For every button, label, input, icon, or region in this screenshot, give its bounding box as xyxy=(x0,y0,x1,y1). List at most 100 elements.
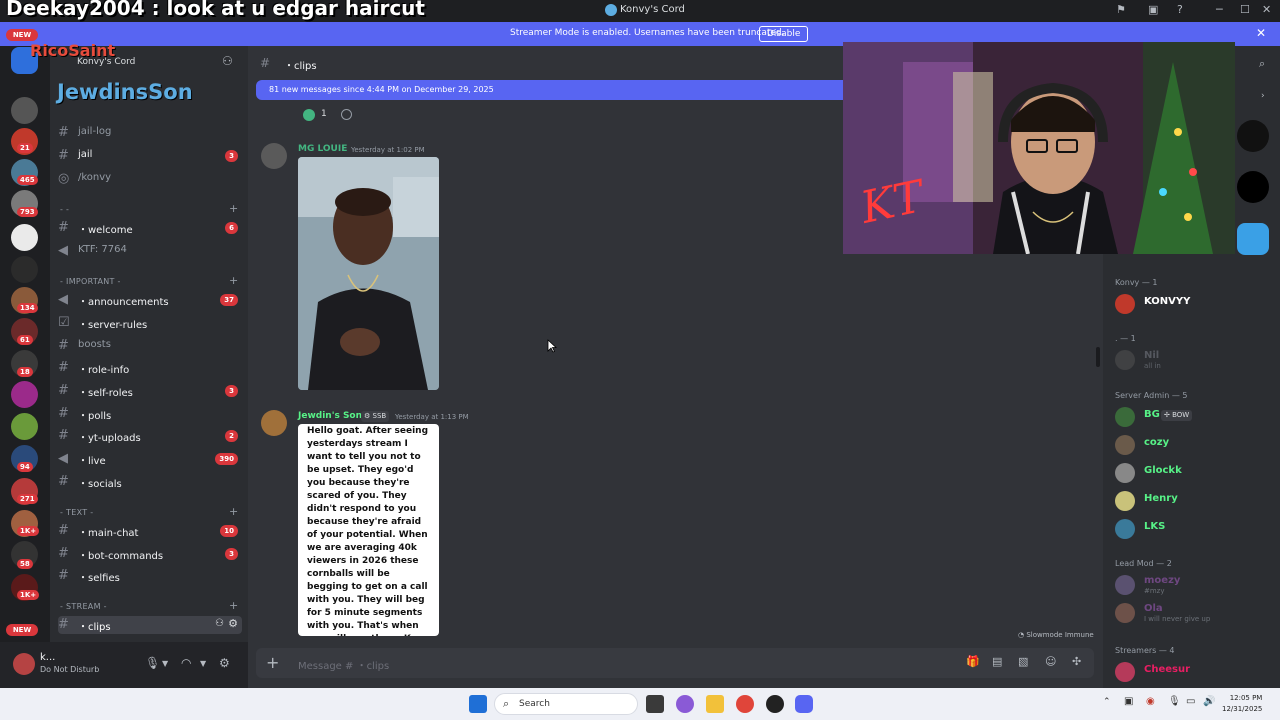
network-icon[interactable]: ▭ xyxy=(1186,696,1195,707)
add-channel-icon[interactable]: + xyxy=(229,274,238,287)
channel-server-rules[interactable]: ☑ ・server-rules xyxy=(58,314,242,332)
screen-icon[interactable]: ▣ xyxy=(1148,3,1158,16)
video-attachment[interactable] xyxy=(298,157,439,390)
start-icon[interactable] xyxy=(469,695,487,713)
member-row[interactable]: KONVYY xyxy=(1115,291,1275,317)
maximize-button[interactable]: ☐ xyxy=(1240,3,1250,16)
emoji-icon[interactable]: ☺ xyxy=(1045,655,1056,668)
minimize-button[interactable]: ─ xyxy=(1216,3,1223,16)
channel-polls[interactable]: # ・polls xyxy=(58,405,242,423)
chrome-icon[interactable] xyxy=(736,695,754,713)
task-view-icon[interactable] xyxy=(646,695,664,713)
member-row[interactable]: Henry xyxy=(1115,488,1275,514)
channel-yt-uploads[interactable]: # ・yt-uploads 2 xyxy=(58,427,242,445)
volume-icon[interactable]: 🔊 xyxy=(1203,696,1215,707)
taskbar-search[interactable]: ⌕ Search xyxy=(494,693,638,715)
channel-ktf[interactable]: ◀ KTF: 7764 xyxy=(58,242,242,260)
invite-icon[interactable]: ⚇ xyxy=(222,54,233,68)
channel-boosts[interactable]: # boosts xyxy=(58,337,242,355)
discord-taskbar-icon[interactable] xyxy=(795,695,813,713)
apps-icon[interactable]: ✣ xyxy=(1072,655,1081,668)
obs-icon[interactable] xyxy=(766,695,784,713)
channel-jail-log[interactable]: # jail-log xyxy=(58,124,242,142)
member-row[interactable]: Cheesur xyxy=(1115,659,1275,685)
message-input[interactable]: Message # ・clips xyxy=(298,657,389,672)
channel-selfies[interactable]: # ・selfies xyxy=(58,567,242,585)
gift-icon[interactable]: 🎁 xyxy=(966,655,980,668)
member-row[interactable]: moezy #mzy xyxy=(1115,572,1275,598)
chevron-down-icon[interactable]: ▼ xyxy=(162,659,168,668)
reaction[interactable]: 1 xyxy=(300,107,340,123)
message-composer[interactable]: + Message # ・clips 🎁 ▤ ▧ ☺ ✣ xyxy=(256,648,1094,678)
taskbar-clock[interactable]: 12:05 PM 12/31/2025 xyxy=(1222,694,1262,713)
member-row[interactable]: Glockk xyxy=(1115,460,1275,486)
new-messages-bar[interactable]: 81 new messages since 4:44 PM on Decembe… xyxy=(256,80,846,100)
tray-icon[interactable]: ◉ xyxy=(1146,696,1155,707)
headphones-icon[interactable]: ◠ xyxy=(181,656,191,670)
channel-socials[interactable]: # ・socials xyxy=(58,473,242,491)
server-icon[interactable] xyxy=(11,381,38,408)
sticker-icon[interactable]: ▧ xyxy=(1018,655,1028,668)
channel-announcements[interactable]: ◀ ・announcements 37 xyxy=(58,291,242,309)
username[interactable]: k... xyxy=(40,652,55,663)
channel-main-chat[interactable]: # ・main-chat 10 xyxy=(58,522,242,540)
new-pill-bottom[interactable]: NEW xyxy=(6,624,38,636)
server-icon[interactable] xyxy=(11,256,38,283)
gif-icon[interactable]: ▤ xyxy=(992,655,1002,668)
microphone-icon[interactable]: 🎙 xyxy=(1168,696,1181,707)
channel-jail[interactable]: # jail 3 xyxy=(58,147,242,165)
close-window-button[interactable]: ✕ xyxy=(1262,3,1271,16)
category-header[interactable]: - - xyxy=(60,205,69,214)
category-text[interactable]: - TEXT - xyxy=(60,508,93,517)
help-icon[interactable]: ? xyxy=(1177,3,1183,16)
attach-plus-icon[interactable]: + xyxy=(266,653,279,672)
microphone-icon[interactable]: 🎙 xyxy=(145,656,160,670)
channel-konvy[interactable]: ◎/konvy xyxy=(58,170,242,188)
add-channel-icon[interactable]: + xyxy=(229,202,238,215)
tray-icon[interactable]: ▣ xyxy=(1124,696,1133,707)
avatar[interactable] xyxy=(261,410,287,436)
channel-live[interactable]: ◀ ・live 390 xyxy=(58,450,242,468)
search-icon[interactable]: ⌕ xyxy=(1259,57,1265,71)
add-reaction-icon[interactable] xyxy=(341,109,352,120)
new-pill-top[interactable]: NEW xyxy=(6,29,38,41)
inbox-icon[interactable]: ⚑ xyxy=(1116,3,1126,16)
message-author[interactable]: MG LOUIE xyxy=(298,144,347,154)
category-stream[interactable]: - STREAM - xyxy=(60,602,107,611)
member-row[interactable]: cozy xyxy=(1115,432,1275,458)
avatar[interactable] xyxy=(261,143,287,169)
file-explorer-icon[interactable] xyxy=(706,695,724,713)
member-row[interactable]: LKS xyxy=(1115,516,1275,542)
channel-clips[interactable]: # ・clips ⚇ ⚙ xyxy=(58,616,242,634)
channel-self-roles[interactable]: # ・self-roles 3 xyxy=(58,382,242,400)
settings-gear-icon[interactable]: ⚙ xyxy=(219,656,230,670)
member-row[interactable]: Nil all in xyxy=(1115,347,1275,373)
tray-chevron-icon[interactable]: ⌃ xyxy=(1103,697,1111,707)
channel-welcome[interactable]: # ・welcome 6 xyxy=(58,219,242,237)
chevron-right-icon[interactable]: › xyxy=(1261,91,1265,101)
member-row[interactable]: Ola I will never give up xyxy=(1115,600,1275,626)
avatar[interactable] xyxy=(13,653,35,675)
server-icon[interactable] xyxy=(11,224,38,251)
image-attachment[interactable]: Hello goat. After seeing yesterdays stre… xyxy=(298,424,439,636)
close-banner-icon[interactable]: ✕ xyxy=(1256,26,1266,40)
server-icon[interactable] xyxy=(11,97,38,124)
gear-icon[interactable]: ⚙ xyxy=(228,617,238,630)
server-badge: 21 xyxy=(17,143,33,153)
chevron-down-icon[interactable]: ▼ xyxy=(200,659,206,668)
disable-streamer-mode-button[interactable]: Disable xyxy=(759,26,809,42)
category-important[interactable]: - IMPORTANT - xyxy=(60,277,121,286)
server-icon[interactable] xyxy=(11,413,38,440)
channel-role-info[interactable]: # ・role-info xyxy=(58,359,242,377)
member-row[interactable]: BG ✢ BOW xyxy=(1115,404,1275,430)
app-f-icon[interactable] xyxy=(1237,223,1269,255)
add-channel-icon[interactable]: + xyxy=(229,505,238,518)
scrollbar-thumb[interactable] xyxy=(1096,347,1100,367)
app-p-icon[interactable] xyxy=(1237,171,1269,203)
channel-bot-commands[interactable]: # ・bot-commands 3 xyxy=(58,545,242,563)
invite-icon[interactable]: ⚇ xyxy=(215,618,224,629)
message-author[interactable]: Jewdin's Son xyxy=(298,411,362,421)
app-vr-icon[interactable] xyxy=(1237,120,1269,152)
add-channel-icon[interactable]: + xyxy=(229,599,238,612)
copilot-icon[interactable] xyxy=(676,695,694,713)
